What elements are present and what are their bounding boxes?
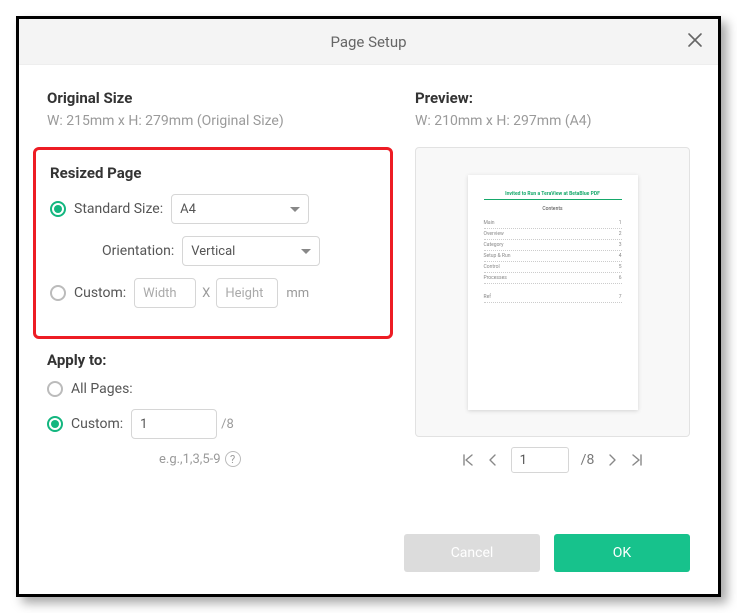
custom-height-input[interactable] [216,278,278,308]
standard-size-label: Standard Size: [74,201,163,217]
preview-frame: Invited to Run a TeraView at BetaBlue PD… [415,147,690,437]
dialog-title: Page Setup [330,33,406,51]
pager-total: /8 [581,452,595,468]
pager: /8 [415,447,690,473]
close-icon[interactable] [686,31,704,49]
all-pages-radio[interactable] [47,381,63,397]
custom-pages-input[interactable] [131,409,217,439]
page-setup-dialog: Page Setup Original Size W: 215mm x H: 2… [16,16,721,597]
standard-size-row: Standard Size: A4 [50,194,374,224]
apply-to-section: Apply to: All Pages: Custom: /8 e.g.,1,3… [47,351,387,467]
resized-page-section: Resized Page Standard Size: A4 Orientati… [33,147,393,339]
custom-size-label: Custom: [74,285,126,301]
x-separator: X [202,286,210,301]
all-pages-row: All Pages: [47,381,387,397]
custom-width-input[interactable] [134,278,196,308]
preview-text: W: 210mm x H: 297mm (A4) [415,113,690,129]
last-page-icon[interactable] [630,453,644,467]
standard-size-value: A4 [180,202,196,217]
chevron-down-icon [301,249,311,254]
original-size-text: W: 215mm x H: 279mm (Original Size) [47,113,387,129]
cancel-button[interactable]: Cancel [404,534,540,572]
first-page-icon[interactable] [461,453,475,467]
custom-size-row: Custom: X mm [50,278,374,308]
custom-pages-label: Custom: [71,416,123,432]
resized-page-heading: Resized Page [50,164,374,182]
preview-page: Invited to Run a TeraView at BetaBlue PD… [468,175,638,410]
orientation-row: Orientation: Vertical [102,236,374,266]
all-pages-label: All Pages: [71,381,133,397]
pager-input[interactable] [511,447,569,473]
prev-page-icon[interactable] [487,454,499,466]
standard-size-select[interactable]: A4 [171,194,309,224]
orientation-value: Vertical [191,244,235,259]
preview-page-subheader: Contents [484,206,622,212]
footer: Cancel OK [19,534,718,594]
titlebar: Page Setup [19,19,718,65]
preview-page-header: Invited to Run a TeraView at BetaBlue PD… [484,191,622,200]
left-panel: Original Size W: 215mm x H: 279mm (Origi… [47,89,387,520]
content: Original Size W: 215mm x H: 279mm (Origi… [19,65,718,534]
pages-hint: e.g.,1,3,5-9 ? [159,451,387,467]
unit-label: mm [286,286,309,301]
custom-size-radio[interactable] [50,285,66,301]
custom-pages-total: /8 [221,417,234,432]
pages-hint-text: e.g.,1,3,5-9 [159,452,221,467]
help-icon[interactable]: ? [225,451,241,467]
apply-to-heading: Apply to: [47,351,387,369]
next-page-icon[interactable] [606,454,618,466]
orientation-label: Orientation: [102,243,174,259]
orientation-select[interactable]: Vertical [182,236,320,266]
original-size-heading: Original Size [47,89,387,107]
right-panel: Preview: W: 210mm x H: 297mm (A4) Invite… [415,89,690,520]
standard-size-radio[interactable] [50,201,66,217]
custom-pages-radio[interactable] [47,416,63,432]
custom-pages-row: Custom: /8 [47,409,387,439]
chevron-down-icon [290,207,300,212]
ok-button[interactable]: OK [554,534,690,572]
preview-heading: Preview: [415,89,690,107]
